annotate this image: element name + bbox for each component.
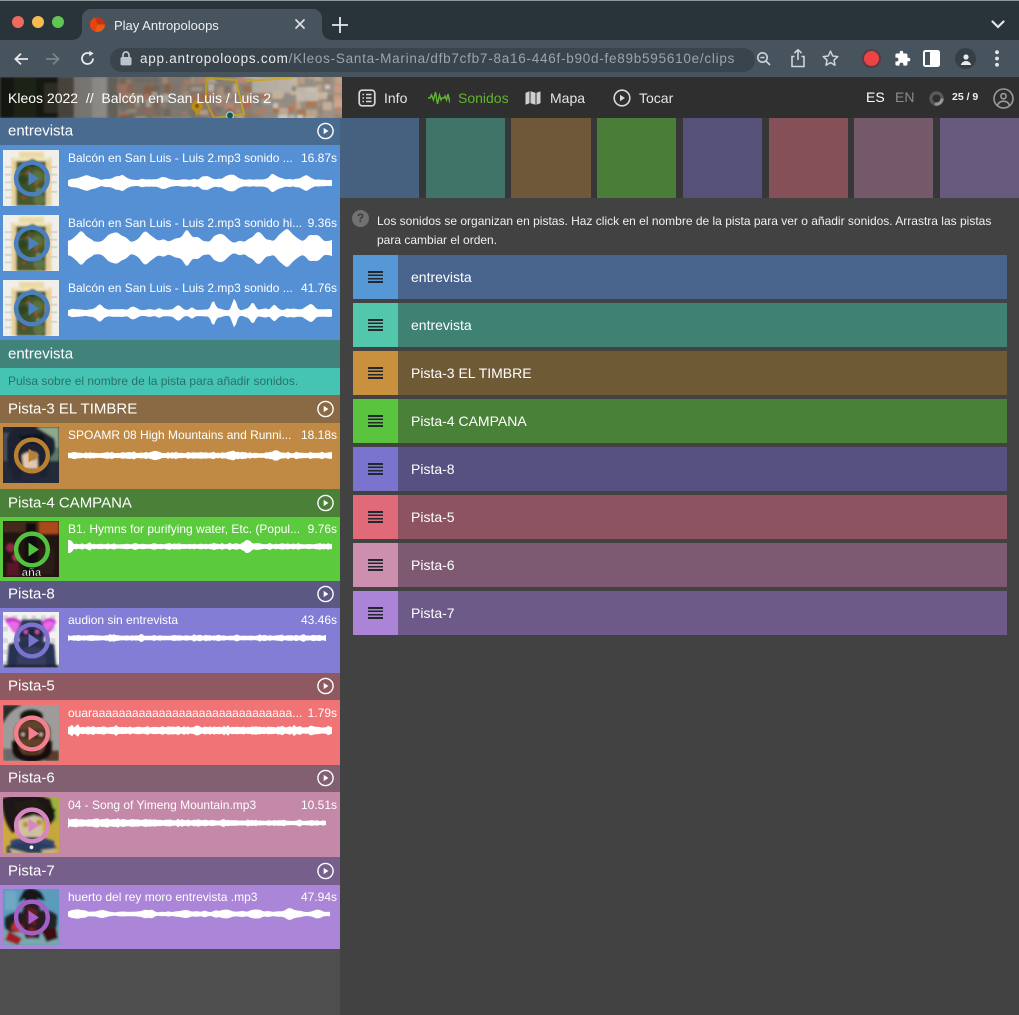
svg-text:aña: aña bbox=[22, 567, 42, 577]
